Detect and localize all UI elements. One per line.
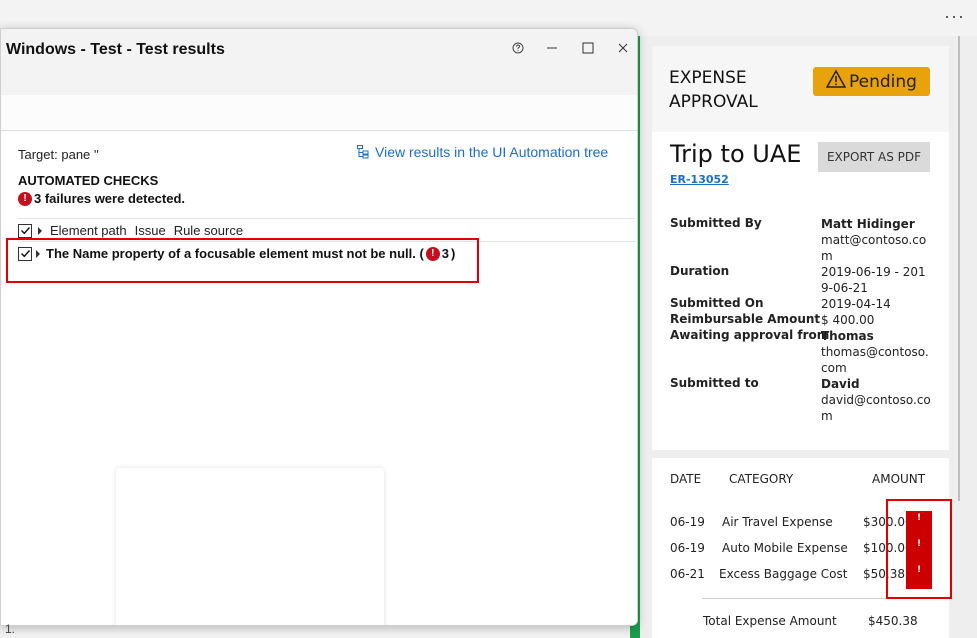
detail-label: Duration — [670, 264, 730, 278]
results-content: Target: pane '' View results in the UI A… — [1, 130, 637, 625]
error-highlight-box — [886, 499, 952, 599]
detail-value: Thomas thomas@contoso.com — [821, 328, 933, 376]
checkmark-icon — [20, 227, 30, 235]
export-pdf-button[interactable]: EXPORT AS PDF — [818, 142, 930, 172]
error-icon: ! — [18, 191, 32, 206]
detail-value: $ 400.00 — [821, 313, 875, 327]
maximize-icon[interactable] — [577, 37, 599, 59]
card-header: EXPENSE APPROVAL Pending — [652, 46, 949, 132]
detail-value: 2019-04-14 — [821, 297, 891, 311]
section-title: AUTOMATED CHECKS — [18, 173, 159, 188]
total-label: Total Expense Amount — [703, 614, 837, 628]
target-label: Target: pane '' — [18, 147, 99, 162]
row-date: 06-21 — [670, 567, 705, 581]
detail-value: David david@contoso.com — [821, 376, 933, 424]
scrollbar-thumb[interactable] — [958, 36, 960, 501]
detail-label: Reimbursable Amount — [670, 312, 821, 326]
background-text: 1. — [5, 622, 16, 636]
rule-highlight-box — [6, 238, 479, 283]
divider — [18, 218, 636, 219]
status-label: Pending — [849, 71, 917, 92]
detail-value: Matt Hidinger matt@contoso.com — [821, 216, 933, 264]
detail-name: Thomas — [821, 329, 874, 343]
detail-label: Submitted On — [670, 296, 764, 310]
detail-email: matt@contoso.com — [821, 233, 927, 263]
column-header-category: CATEGORY — [729, 472, 794, 486]
detail-name: Matt Hidinger — [821, 217, 915, 231]
status-badge: Pending — [813, 67, 930, 96]
detail-name: David — [821, 377, 860, 391]
row-category: Air Travel Expense — [722, 515, 833, 529]
row-category: Auto Mobile Expense — [722, 541, 848, 555]
title-bar[interactable]: Windows - Test - Test results — [1, 29, 637, 95]
detail-label: Awaiting approval from — [670, 328, 830, 342]
empty-details-panel — [116, 468, 384, 625]
column-header-issue[interactable]: Issue — [135, 223, 166, 238]
row-date: 06-19 — [670, 515, 705, 529]
detail-email: david@contoso.com — [821, 393, 931, 423]
view-tree-link[interactable]: View results in the UI Automation tree — [357, 144, 608, 160]
window-title: Windows - Test - Test results — [6, 41, 225, 58]
trip-id-link[interactable]: ER-13052 — [670, 173, 729, 186]
failure-summary: ! 3 failures were detected. — [18, 191, 185, 206]
test-results-window: Windows - Test - Test results Target: pa… — [0, 28, 638, 626]
failure-summary-text: 3 failures were detected. — [34, 191, 186, 206]
warning-icon — [825, 69, 847, 94]
detail-label: Submitted By — [670, 216, 762, 230]
column-header-amount: AMOUNT — [872, 472, 926, 486]
detail-value: 2019-06-19 - 2019-06-21 — [821, 265, 926, 295]
close-icon[interactable] — [612, 37, 634, 59]
column-header-rule-source[interactable]: Rule source — [174, 223, 243, 238]
card-title: EXPENSE APPROVAL — [669, 68, 758, 112]
row-category: Excess Baggage Cost — [719, 567, 848, 581]
section-divider — [652, 450, 949, 458]
view-tree-label: View results in the UI Automation tree — [375, 144, 609, 160]
tree-icon — [357, 145, 369, 159]
results-header-row: Element path Issue Rule source — [18, 223, 247, 238]
more-options-icon[interactable]: ··· — [944, 6, 965, 27]
detail-email: thomas@contoso.com — [821, 345, 929, 375]
total-value: $450.38 — [868, 614, 918, 628]
column-header-element-path[interactable]: Element path — [50, 223, 127, 238]
row-date: 06-19 — [670, 541, 705, 555]
detail-label: Submitted to — [670, 376, 759, 390]
minimize-icon[interactable] — [541, 37, 563, 59]
expand-caret-icon[interactable] — [38, 226, 42, 235]
select-all-checkbox[interactable] — [18, 223, 32, 238]
help-icon[interactable] — [507, 37, 529, 59]
trip-title: Trip to UAE — [670, 140, 802, 168]
column-header-date: DATE — [670, 472, 702, 486]
